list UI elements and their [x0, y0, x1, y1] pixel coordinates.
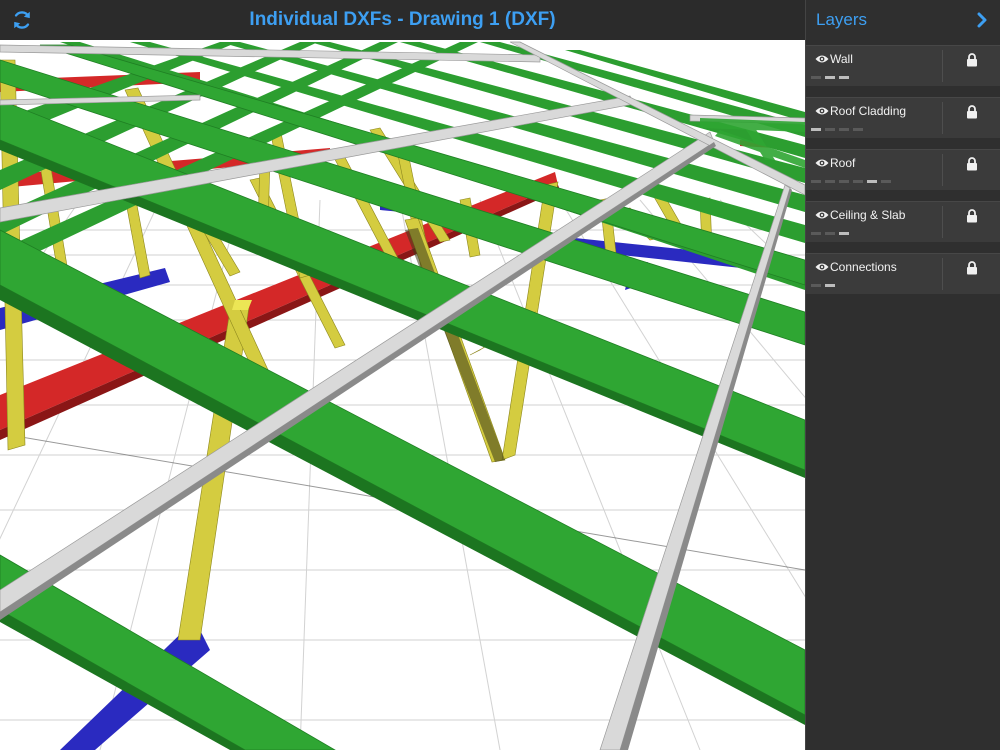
collapse-panel-button[interactable] — [969, 6, 995, 34]
layer-name: Roof Cladding — [830, 104, 907, 118]
layer-level-indicator — [811, 232, 867, 236]
layer-level-indicator — [811, 180, 895, 184]
layer-name: Ceiling & Slab — [830, 208, 906, 222]
chevron-right-icon — [977, 12, 987, 28]
layer-row-roof-cladding: Roof Cladding — [806, 97, 1000, 138]
eye-icon — [815, 263, 829, 271]
top-toolbar: Individual DXFs - Drawing 1 (DXF) — [0, 0, 805, 41]
refresh-icon — [14, 11, 30, 29]
layer-row-wall: Wall — [806, 45, 1000, 86]
layer-row-roof: Roof — [806, 149, 1000, 190]
layer-name: Connections — [830, 260, 897, 274]
layer-toggle-roof[interactable]: Roof — [806, 150, 942, 190]
lock-icon — [967, 105, 977, 119]
lock-button-wall[interactable] — [943, 46, 1000, 86]
lock-button-roof[interactable] — [943, 150, 1000, 190]
lock-icon — [967, 157, 977, 171]
layers-panel-title: Layers — [816, 10, 868, 29]
layer-level-indicator — [811, 128, 867, 132]
roof-framing-3d-view[interactable] — [0, 40, 805, 750]
layer-toggle-wall[interactable]: Wall — [806, 46, 942, 86]
layer-toggle-connections[interactable]: Connections — [806, 254, 942, 294]
layers-panel: Layers Wall Roof Cladding Roof Ceiling &… — [805, 0, 1000, 750]
page-title: Individual DXFs - Drawing 1 (DXF) — [249, 9, 556, 30]
eye-icon — [815, 55, 829, 63]
layer-name: Wall — [830, 52, 853, 66]
layer-toggle-roof-cladding[interactable]: Roof Cladding — [806, 98, 942, 138]
layers-panel-header: Layers — [806, 0, 1000, 40]
lock-icon — [967, 209, 977, 223]
lock-icon — [967, 53, 977, 67]
lock-button-ceiling-slab[interactable] — [943, 202, 1000, 242]
lock-button-roof-cladding[interactable] — [943, 98, 1000, 138]
layer-toggle-ceiling-slab[interactable]: Ceiling & Slab — [806, 202, 942, 242]
eye-icon — [815, 211, 829, 219]
layer-name: Roof — [830, 156, 856, 170]
eye-icon — [815, 107, 829, 115]
refresh-button[interactable] — [8, 6, 36, 34]
layer-level-indicator — [811, 284, 867, 288]
model-viewport[interactable] — [0, 40, 805, 750]
layer-row-ceiling-slab: Ceiling & Slab — [806, 201, 1000, 242]
eye-icon — [815, 159, 829, 167]
lock-button-connections[interactable] — [943, 254, 1000, 294]
lock-icon — [967, 261, 977, 275]
layer-row-connections: Connections — [806, 253, 1000, 294]
layer-level-indicator — [811, 76, 867, 80]
